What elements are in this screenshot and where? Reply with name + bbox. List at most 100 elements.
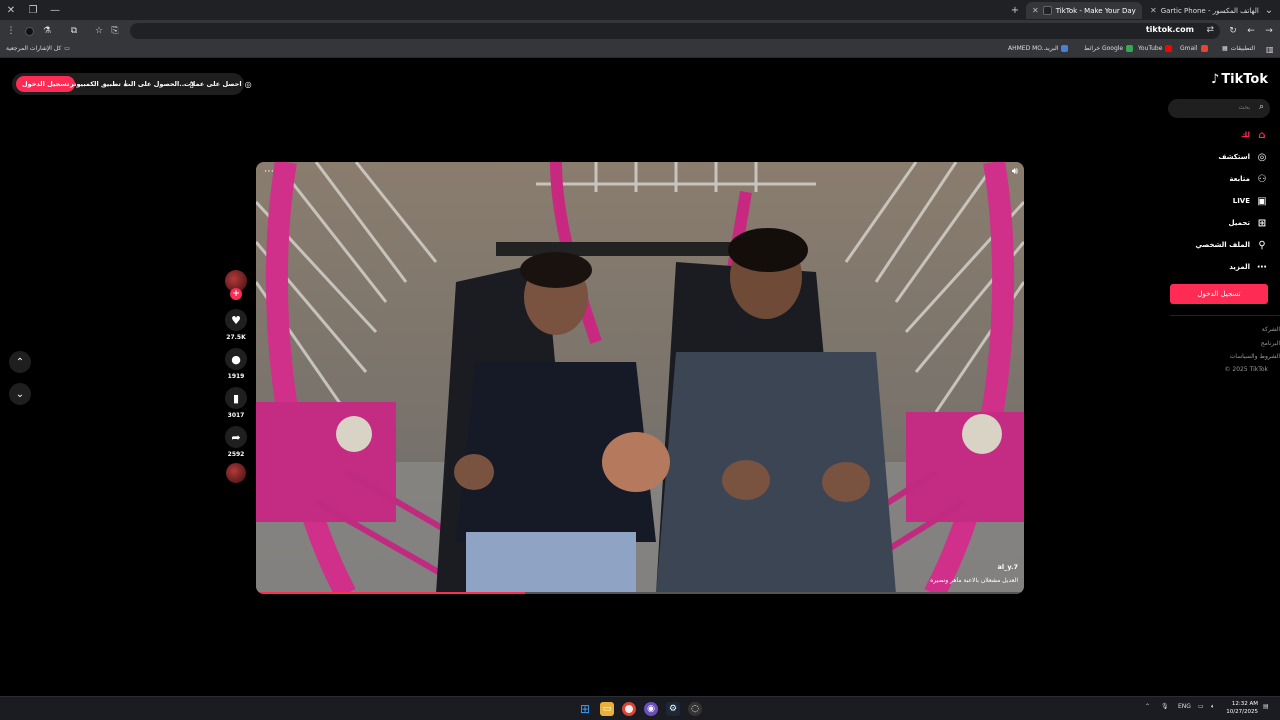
share-icon[interactable]: ➦ [225,426,247,448]
footer-terms[interactable]: الشروط والسياسات [1230,353,1280,360]
tiktok-logo[interactable]: ♪ TikTok [1211,72,1268,87]
nav-explore[interactable]: استكشف ◎ [1218,150,1268,164]
video-username[interactable]: al_y.7 [998,563,1019,571]
steam-icon[interactable]: ⚙ [666,702,680,716]
comment-count: 1919 [227,373,245,380]
notification-icon[interactable]: ▤ [1263,703,1269,710]
bookmark-youtube[interactable]: YouTube [1138,45,1173,52]
tab-close-icon[interactable]: ✕ [1150,6,1157,15]
bookmark-gmail[interactable]: Gmail [1180,45,1208,52]
get-app-label: الحصول على الت... [124,80,187,88]
menu-icon[interactable]: ⋮ [4,24,18,38]
video-progress-fill [256,592,525,594]
video-frame [256,162,1024,594]
gmail-icon [1200,45,1208,52]
get-coins-button[interactable]: احصل على عملات ◎ [184,77,252,91]
next-video-button[interactable]: ⌄ [9,383,31,405]
bookmark-icon[interactable]: ▮ [225,387,247,409]
following-icon: ⚇ [1257,173,1267,185]
discord-icon[interactable]: ◉ [644,702,658,716]
cast-icon[interactable]: ⎘ [108,24,122,38]
bookmark-ahmed[interactable]: AHMED MO... [1008,45,1048,52]
bookmark-maps[interactable]: خرائط Google [1084,45,1134,52]
bookmark-label: خرائط Google [1084,45,1124,52]
profile-icon: ⚲ [1258,239,1266,251]
more-bookmarks-icon[interactable]: ▥ [1266,45,1274,54]
browser-tabstrip: ✕ ❐ — + ✕ TikTok - Make Your Day ✕ Garti… [0,0,1280,20]
extensions-icon[interactable]: ⚗ [40,24,54,38]
nav-more[interactable]: المزيد ⋯ [1229,260,1268,274]
puzzle-icon[interactable]: ⧉ [67,24,81,38]
video-more-icon[interactable]: ⋯ [264,166,274,177]
nav-live[interactable]: LIVE ▣ [1233,194,1268,208]
share-action[interactable]: ➦ 2592 [224,426,248,458]
close-window-icon[interactable]: ✕ [0,0,22,20]
clock[interactable]: 12:32 AM 10/27/2025 [1226,700,1258,716]
bookmark-star-icon[interactable]: ☆ [92,24,106,38]
screen: ✕ ❐ — + ✕ TikTok - Make Your Day ✕ Garti… [0,0,1280,720]
comment-icon[interactable]: ● [225,348,247,370]
footer-copyright: © 2025 TikTok [1224,366,1269,373]
language-indicator[interactable]: ENG [1178,703,1191,710]
browser-toolbar: ⋮ ⚗ ⧉ ☆ ⎘ tiktok.com ⇄ ↻ ← → [0,20,1280,42]
sidebar-login-button[interactable]: تسجيل الدخول [1170,284,1268,304]
nav-label: لك [1240,131,1250,139]
tab-close-icon[interactable]: ✕ [1032,6,1039,15]
url-text: tiktok.com [1145,25,1194,34]
all-bookmarks[interactable]: كل الإشارات المرجعية ▭ [6,45,70,52]
restore-window-icon[interactable]: ❐ [22,0,44,20]
bookmark-apps[interactable]: ▦ التطبيقات [1222,45,1255,52]
tab-tiktok[interactable]: ✕ TikTok - Make Your Day [1026,2,1142,19]
save-action[interactable]: ▮ 3017 [224,387,248,419]
minimize-window-icon[interactable]: — [44,0,66,20]
bookmark-label: Gmail [1180,45,1198,52]
previous-video-button[interactable]: ⌃ [9,351,31,373]
mail-icon [1061,45,1069,52]
video-caption: العديل مشعلان بالاعبة ماهر ونصيره [930,577,1018,584]
music-disc-avatar[interactable] [226,463,246,483]
video-progress-track[interactable] [256,592,1024,594]
bookmark-mail[interactable]: البريد [1045,45,1069,52]
comment-action[interactable]: ● 1919 [224,348,248,380]
footer-company[interactable]: الشركة [1262,326,1280,333]
nav-upload[interactable]: تحميل ⊞ [1229,216,1268,230]
microphone-icon[interactable]: 🎙︎ [1161,703,1169,710]
network-icon[interactable]: ▭ [1198,703,1204,710]
top-login-button[interactable]: تسجيل الدخول [16,76,76,92]
app-icon[interactable]: ◌ [688,702,702,716]
home-icon: ⌂ [1258,129,1266,141]
address-bar[interactable]: tiktok.com ⇄ [130,23,1220,39]
like-action[interactable]: ♥ 27.5K [224,309,248,341]
reload-icon[interactable]: ↻ [1226,24,1240,38]
bookmark-label: التطبيقات [1230,45,1256,52]
desktop-app-button[interactable]: تطبيق الكمبيوتر ⤓ [70,77,127,91]
nav-profile[interactable]: الملف الشخصي ⚲ [1195,238,1268,252]
back-icon[interactable]: → [1262,24,1276,38]
chevron-up-icon: ⌃ [15,356,25,368]
site-settings-icon[interactable]: ⇄ [1206,25,1214,35]
tab-search-icon[interactable]: ⌄ [1258,0,1280,20]
tab-gartic[interactable]: ✕ Gartic Phone - الهاتف المكسور [1144,2,1262,19]
search-icon[interactable]: ⌕ [1259,102,1264,112]
file-explorer-icon[interactable]: ▭ [600,702,614,716]
nav-label: تحميل [1228,219,1250,227]
nav-for-you[interactable]: لك ⌂ [1241,128,1268,142]
chrome-icon[interactable] [622,702,636,716]
follow-plus-icon[interactable]: + [230,288,242,300]
tray-chevron-icon[interactable]: ⌃ [1145,703,1150,710]
video-player[interactable]: ⋯ 🔊︎ al_y.7 العديل مشعلان بالاعبة ماهر و… [256,162,1024,594]
profile-icon[interactable] [22,24,36,38]
speaker-icon[interactable]: 🔈︎ [1211,703,1215,711]
forward-icon[interactable]: ← [1244,24,1258,38]
search-placeholder: بحث [1238,104,1250,111]
bookmark-label: YouTube [1138,45,1163,52]
tab-title: Gartic Phone - الهاتف المكسور [1160,6,1259,15]
footer-program[interactable]: البرنامج [1261,340,1280,347]
nav-following[interactable]: متابعة ⚇ [1229,172,1268,186]
new-tab-icon[interactable]: + [1004,0,1026,20]
search-input[interactable]: بحث ⌕ [1168,99,1270,118]
heart-icon[interactable]: ♥ [225,309,247,331]
nav-label: متابعة [1229,175,1250,183]
windows-start-icon[interactable]: ⊞ [578,702,592,716]
volume-icon[interactable]: 🔊︎ [1012,166,1018,177]
